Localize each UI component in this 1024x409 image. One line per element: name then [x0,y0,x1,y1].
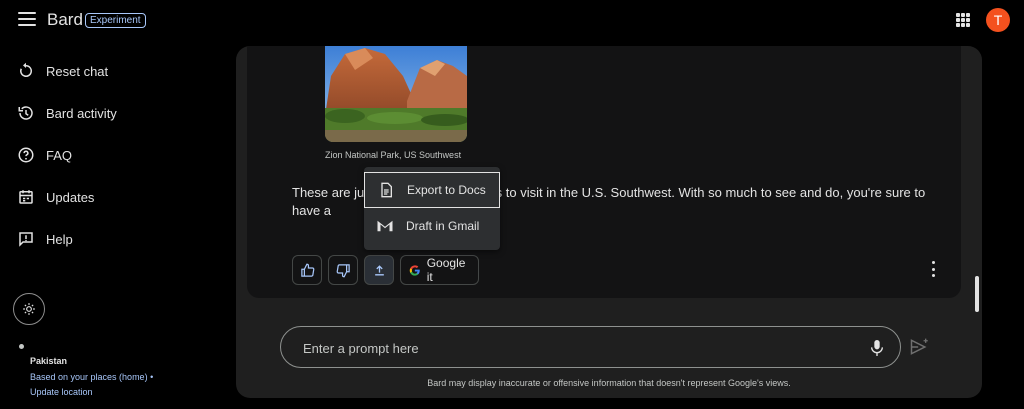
thumbs-down-button[interactable] [328,255,358,285]
location-source: Based on your places (home) • [30,372,154,382]
avatar[interactable]: T [986,8,1010,32]
top-bar: Bard Experiment T [0,0,1024,40]
export-to-docs-item[interactable]: Export to Docs [364,172,500,208]
response-text-start: These are jus [292,185,371,200]
export-menu-label: Draft in Gmail [406,219,480,233]
feedback-icon [16,229,36,249]
upload-icon [374,264,384,275]
sidebar-item-label: Bard activity [46,105,117,121]
sidebar-item-label: Updates [46,189,95,205]
google-g-icon [409,264,420,276]
image-caption: Zion National Park, US Southwest [325,150,462,160]
sidebar-item-bard-activity[interactable]: Bard activity [16,101,117,125]
sidebar-item-label: FAQ [46,147,73,163]
google-it-label: Google it [426,256,466,284]
location-dot [19,344,24,349]
location-country: Pakistan [30,356,68,366]
export-menu-label: Export to Docs [407,183,486,197]
thumbs-up-icon [300,263,314,277]
history-icon [16,103,36,123]
menu-icon[interactable] [18,12,36,28]
scrollbar-thumb[interactable] [975,276,979,312]
docs-icon [377,181,395,199]
export-menu: Export to Docs Draft in Gmail [364,167,500,250]
disclaimer-text: Bard may display inaccurate or offensive… [427,378,791,388]
more-options-icon[interactable] [930,261,936,277]
sidebar-item-help[interactable]: Help [16,227,73,251]
thumbs-up-button[interactable] [292,255,322,285]
microphone-icon[interactable] [869,339,885,357]
prompt-box [280,326,901,368]
theme-toggle-button[interactable] [13,293,45,325]
draft-in-gmail-item[interactable]: Draft in Gmail [364,208,500,244]
sun-icon [23,303,35,315]
sidebar-item-faq[interactable]: FAQ [16,143,72,167]
experiment-badge: Experiment [85,13,146,28]
sidebar-item-label: Reset chat [46,63,109,79]
sidebar-item-label: Help [46,231,73,247]
calendar-icon [16,187,36,207]
zion-park-image[interactable] [325,46,467,142]
response-card: Zion National Park, US Southwest These a… [247,46,961,298]
app-name: Bard [47,10,83,29]
gmail-icon [376,217,394,235]
google-it-button[interactable]: Google it [400,255,479,285]
sidebar-item-reset-chat[interactable]: Reset chat [16,59,108,83]
update-location-link[interactable]: Update location [30,387,93,397]
share-export-button[interactable] [364,255,394,285]
send-icon[interactable] [909,337,929,357]
help-circle-icon [16,145,36,165]
reset-icon [16,61,36,81]
sidebar-item-updates[interactable]: Updates [16,185,94,209]
thumbs-down-icon [336,263,350,277]
apps-grid-icon[interactable] [956,13,970,27]
prompt-input[interactable] [303,338,843,358]
